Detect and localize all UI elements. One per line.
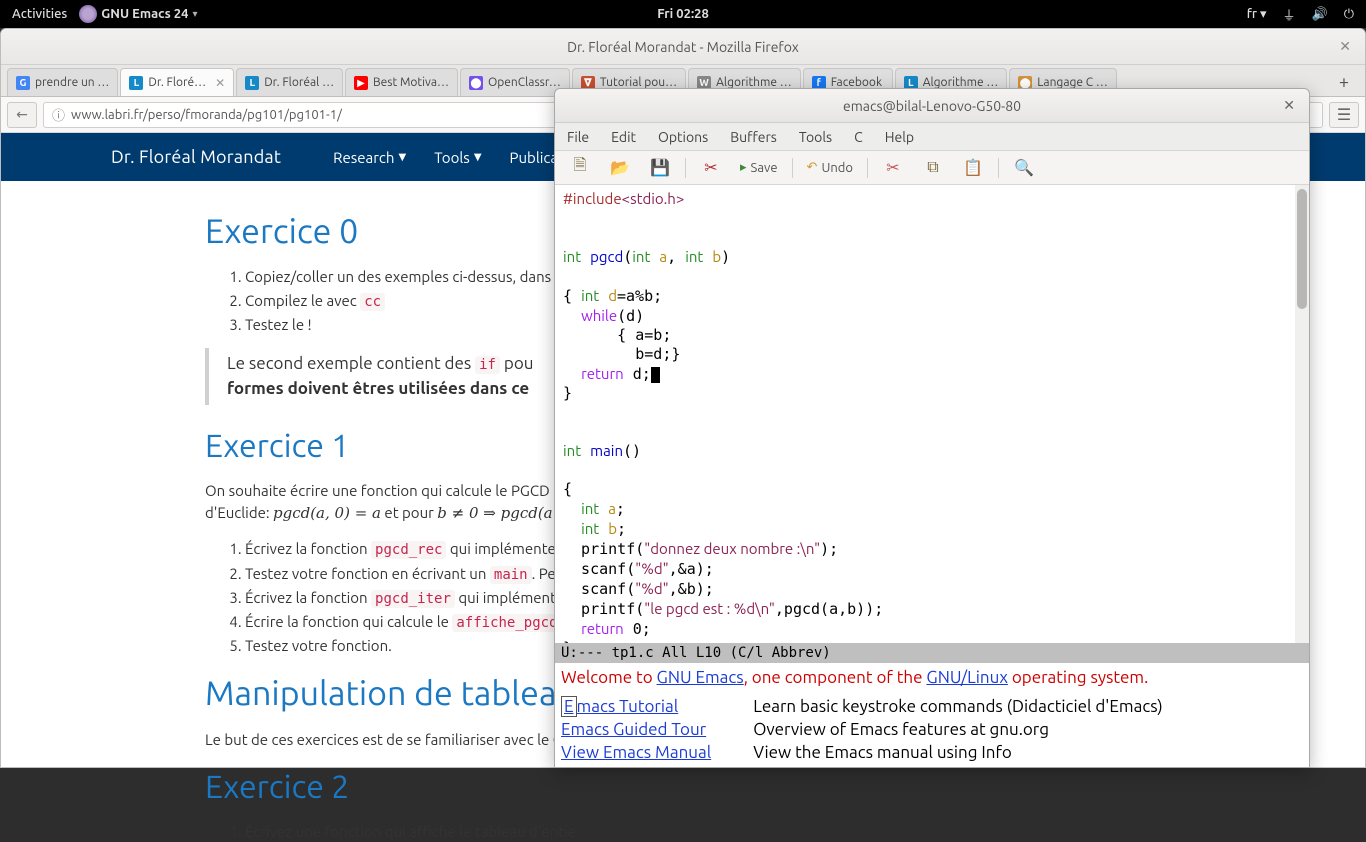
menu-options[interactable]: Options [658,129,708,145]
tab-close-icon[interactable]: ✕ [215,76,225,90]
gnu-emacs-link[interactable]: GNU Emacs [657,668,744,687]
browser-tab[interactable]: L Dr. Floré… ✕ [120,68,234,96]
emacs-menubar: File Edit Options Buffers Tools C Help [555,123,1309,151]
menu-help[interactable]: Help [885,129,914,145]
menu-tools[interactable]: Tools [799,129,832,145]
clock[interactable]: Fri 02:28 [657,7,709,21]
favicon-icon: L [129,76,143,90]
favicon-icon: L [245,76,259,90]
ex2-list: Écrivez une fonction qui affiche le tabl… [245,821,1365,842]
power-icon[interactable]: ⏻ [1344,7,1354,22]
emacs-modeline: U:--- tp1.c All L10 (C/l Abbrev) [555,643,1309,663]
tab-label: OpenClassr… [488,76,561,89]
list-item: Écrivez une fonction qui affiche le tabl… [245,821,1365,842]
gnu-linux-link[interactable]: GNU/Linux [926,668,1008,687]
search-icon[interactable]: 🔍 [1013,157,1035,179]
app-menu[interactable]: GNU Emacs 24▾ [79,5,197,23]
site-brand[interactable]: Dr. Floréal Morandat [111,147,281,167]
tab-label: Dr. Floréal … [264,76,334,89]
back-button[interactable]: ← [7,102,37,128]
open-file-icon[interactable]: 📂 [609,157,631,179]
firefox-titlebar: Dr. Floréal Morandat - Mozilla Firefox ✕ [1,29,1365,65]
keyboard-layout-indicator[interactable]: fr ▾ [1247,7,1267,22]
new-file-icon[interactable]: 🗎 [569,157,591,179]
browser-tab[interactable]: Gprendre un … [7,68,118,96]
hamburger-menu-button[interactable]: ☰ [1329,102,1359,128]
paste-icon[interactable]: 📋 [962,157,984,179]
emacs-toolbar: 🗎 📂 💾 ✂ ▸Save ↶Undo ✂ ⧉ 📋 🔍 [555,151,1309,185]
emacs-manual-link[interactable]: View Emacs Manual [561,743,711,762]
favicon-icon: G [16,76,30,90]
window-close-icon[interactable]: ✕ [1283,97,1295,114]
emacs-welcome: Welcome to GNU Emacs, one component of t… [555,663,1309,768]
menu-buffers[interactable]: Buffers [730,129,777,145]
window-close-icon[interactable]: ✕ [1339,38,1351,55]
emacs-buffer[interactable]: #include<stdio.h> int pgcd(int a, int b)… [555,185,1309,643]
site-identity-icon: ⓘ [52,105,65,124]
emacs-titlebar: emacs@bilal-Lenovo-G50-80 ✕ [555,89,1309,123]
new-tab-button[interactable]: + [1329,68,1359,96]
favicon-icon: ⬤ [469,76,483,90]
tutorial-desc: Learn basic keystroke commands (Didactic… [753,696,1205,719]
undo-button[interactable]: ↶Undo [807,160,853,175]
manual-desc: View the Emacs manual using Info [753,742,1205,765]
emacs-icon [79,5,97,23]
nav-tools[interactable]: Tools ▼ [434,149,481,166]
tab-label: prendre un … [35,76,109,89]
cut-icon[interactable]: ✂ [700,157,722,179]
favicon-icon: ▶ [354,76,368,90]
emacs-tutorial-link[interactable]: Emacs Tutorial [561,696,678,717]
copy-icon[interactable]: ⧉ [922,157,944,179]
volume-icon[interactable]: 🔊 [1312,7,1328,22]
menu-edit[interactable]: Edit [611,129,636,145]
emacs-guided-tour-link[interactable]: Emacs Guided Tour [561,720,706,739]
menu-c[interactable]: C [854,129,863,145]
browser-tab[interactable]: ▶ Best Motiva… [345,68,458,96]
heading-ex2: Exercice 2 [205,764,1365,810]
nav-research[interactable]: Research ▼ [333,149,406,166]
browser-tab[interactable]: L Dr. Floréal … [236,68,343,96]
network-icon[interactable]: ⏚ [1283,5,1296,24]
emacs-window: emacs@bilal-Lenovo-G50-80 ✕ File Edit Opti… [554,88,1310,768]
guided-tour-desc: Overview of Emacs features at gnu.org [753,719,1205,742]
cut-icon-2[interactable]: ✂ [882,157,904,179]
emacs-scrollbar[interactable] [1295,185,1309,643]
save-button[interactable]: ▸Save [740,160,778,175]
tab-label: Dr. Floré… [148,76,206,89]
scrollbar-thumb[interactable] [1297,189,1307,309]
activities-button[interactable]: Activities [12,7,67,21]
gnome-topbar: Activities GNU Emacs 24▾ Fri 02:28 fr ▾ … [0,0,1366,28]
menu-file[interactable]: File [567,129,589,145]
text-cursor [651,367,660,383]
save-icon[interactable]: 💾 [649,157,671,179]
tab-label: Best Motiva… [373,76,449,89]
